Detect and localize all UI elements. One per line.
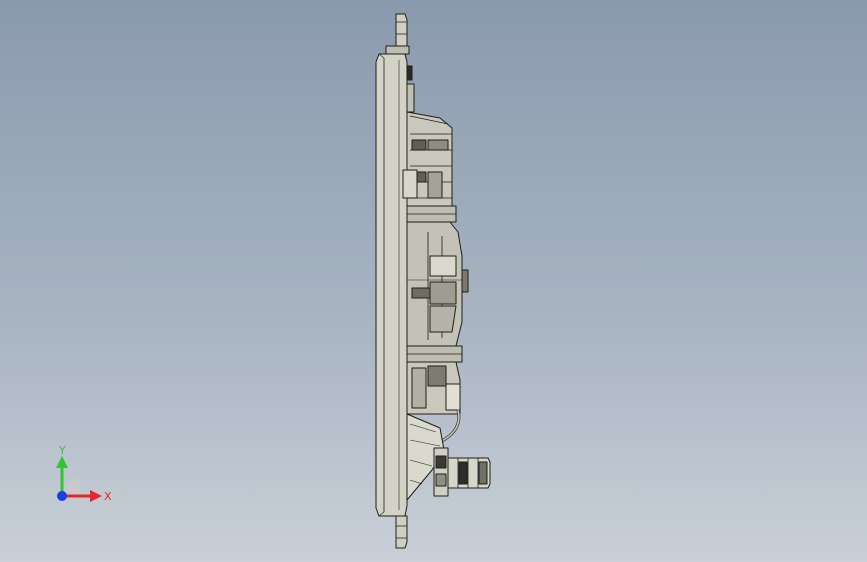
x-axis-label: X (104, 490, 112, 503)
y-axis-label: Y (58, 444, 66, 457)
connector-housing (433, 447, 449, 497)
shroud-plate (375, 53, 408, 517)
coordinate-triad: Y X (56, 444, 112, 503)
top-mount-tab (395, 13, 408, 49)
y-axis-arrow-icon (56, 456, 68, 468)
x-axis-arrow-icon (90, 490, 102, 502)
z-axis-dot-icon (57, 491, 67, 501)
graphics-viewport[interactable]: Y X (0, 0, 867, 562)
cad-model-side-view[interactable] (0, 0, 867, 562)
bottom-mount-tab (395, 515, 408, 549)
